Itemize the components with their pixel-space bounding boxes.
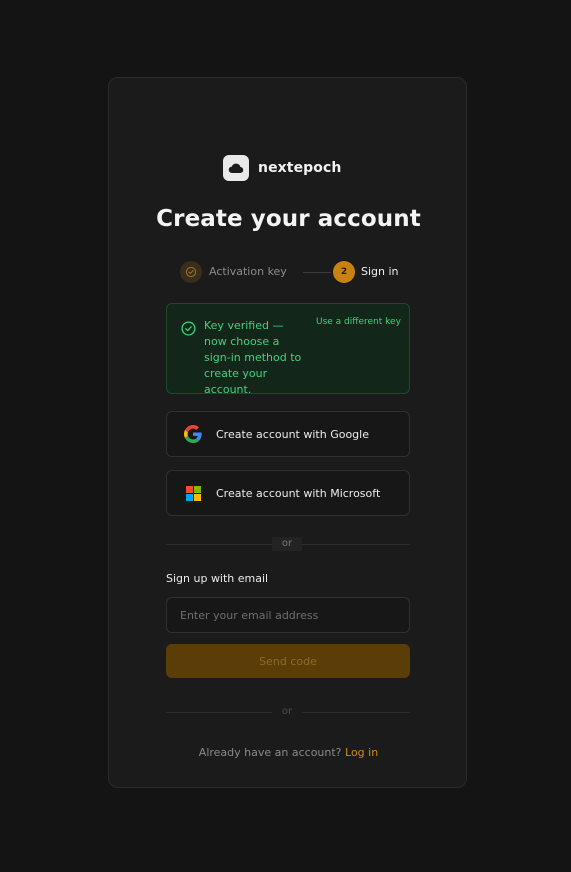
brand-name: nextepoch	[258, 160, 342, 176]
or-divider: or	[166, 705, 410, 719]
divider-text: or	[281, 706, 293, 717]
divider-line	[302, 544, 410, 545]
google-icon	[184, 425, 202, 443]
use-different-key-link[interactable]: Use a different key	[316, 317, 401, 327]
signup-card: nextepoch Create your account Activation…	[108, 77, 467, 788]
divider-line	[166, 544, 272, 545]
cloud-icon	[223, 155, 249, 181]
key-verified-notice: Key verified — now choose a sign-in meth…	[166, 303, 410, 396]
google-button-label: Create account with Google	[216, 427, 369, 441]
page-title: Create your account	[156, 206, 421, 232]
step-indicator: Activation key 2 Sign in	[180, 261, 400, 283]
login-prompt-text: Already have an account?	[198, 746, 342, 759]
send-code-button[interactable]: Send code	[166, 644, 410, 678]
brand: nextepoch	[223, 155, 342, 181]
divider-text: or	[272, 537, 302, 551]
step-number-badge: 2	[333, 261, 355, 283]
divider-line	[166, 712, 272, 713]
microsoft-signup-button[interactable]: Create account with Microsoft	[166, 470, 410, 516]
or-divider: or	[166, 537, 410, 551]
google-signup-button[interactable]: Create account with Google	[166, 411, 410, 457]
divider-line	[302, 712, 410, 713]
microsoft-icon	[184, 484, 202, 502]
email-input[interactable]	[166, 597, 410, 633]
login-prompt: Already have an account? Log in	[109, 746, 468, 759]
check-circle-icon	[181, 321, 196, 340]
step-sign-in: Sign in	[361, 265, 399, 278]
step-connector	[303, 272, 331, 273]
microsoft-button-label: Create account with Microsoft	[216, 486, 381, 500]
step-activation-key: Activation key	[209, 265, 287, 278]
notice-text: Key verified — now choose a sign-in meth…	[204, 319, 302, 396]
email-section-label: Sign up with email	[166, 572, 269, 585]
login-link[interactable]: Log in	[345, 746, 378, 759]
check-circle-icon	[180, 261, 202, 283]
